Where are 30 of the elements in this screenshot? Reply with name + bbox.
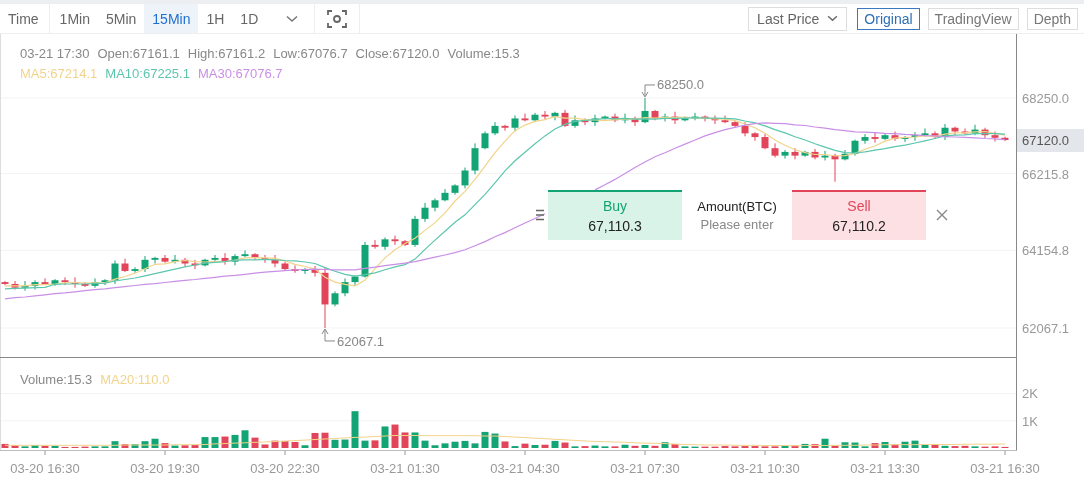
time-axis-label: 03-21 04:30: [490, 461, 560, 476]
annotation: 68250.0: [657, 76, 704, 92]
moving-average-value: MA10:67225.1: [105, 66, 190, 81]
amount-label: Amount(BTC): [697, 198, 777, 214]
time-axis-label: 03-21 13:30: [850, 461, 920, 476]
price-axis-label: 68250.0: [1022, 91, 1069, 106]
annotation: 62067.1: [337, 333, 384, 349]
ohlc-value: Volume:15.3: [447, 46, 520, 61]
time-axis-label: 03-21 10:30: [730, 461, 800, 476]
ohlc-value: 03-21 17:30: [20, 46, 90, 61]
price-axis-label: 64154.8: [1022, 243, 1069, 259]
time-axis-label: 03-21 01:30: [370, 461, 440, 476]
ohlc-value: High:67161.2: [187, 46, 266, 61]
ohlc-value: Low:67076.7: [273, 46, 348, 61]
time-axis-label: 03-20 16:30: [10, 461, 80, 476]
price-axis-label: 62067.1: [1022, 321, 1069, 336]
moving-average-value: MA5:67214.1: [20, 66, 98, 81]
volume-average-value: MA20:110.0: [100, 372, 170, 387]
time-axis-label: 03-21 07:30: [610, 461, 680, 476]
last-price-tag: 67120.0: [1017, 129, 1084, 152]
price-axis-label: 66215.8: [1022, 166, 1069, 182]
time-axis-label: 03-20 22:30: [250, 461, 320, 476]
ohlc-value: Close:67120.0: [355, 46, 440, 61]
volume-value: Volume:15.3: [20, 372, 93, 387]
time-axis-label: 03-20 19:30: [130, 461, 200, 476]
volume-axis-label: 1K: [1022, 413, 1038, 429]
moving-average-value: MA30:67076.7: [197, 66, 283, 81]
ohlc-value: Open:67161.1: [97, 46, 180, 61]
time-axis-label: 03-21 16:30: [970, 461, 1040, 476]
volume-axis-label: 2K: [1022, 386, 1038, 402]
